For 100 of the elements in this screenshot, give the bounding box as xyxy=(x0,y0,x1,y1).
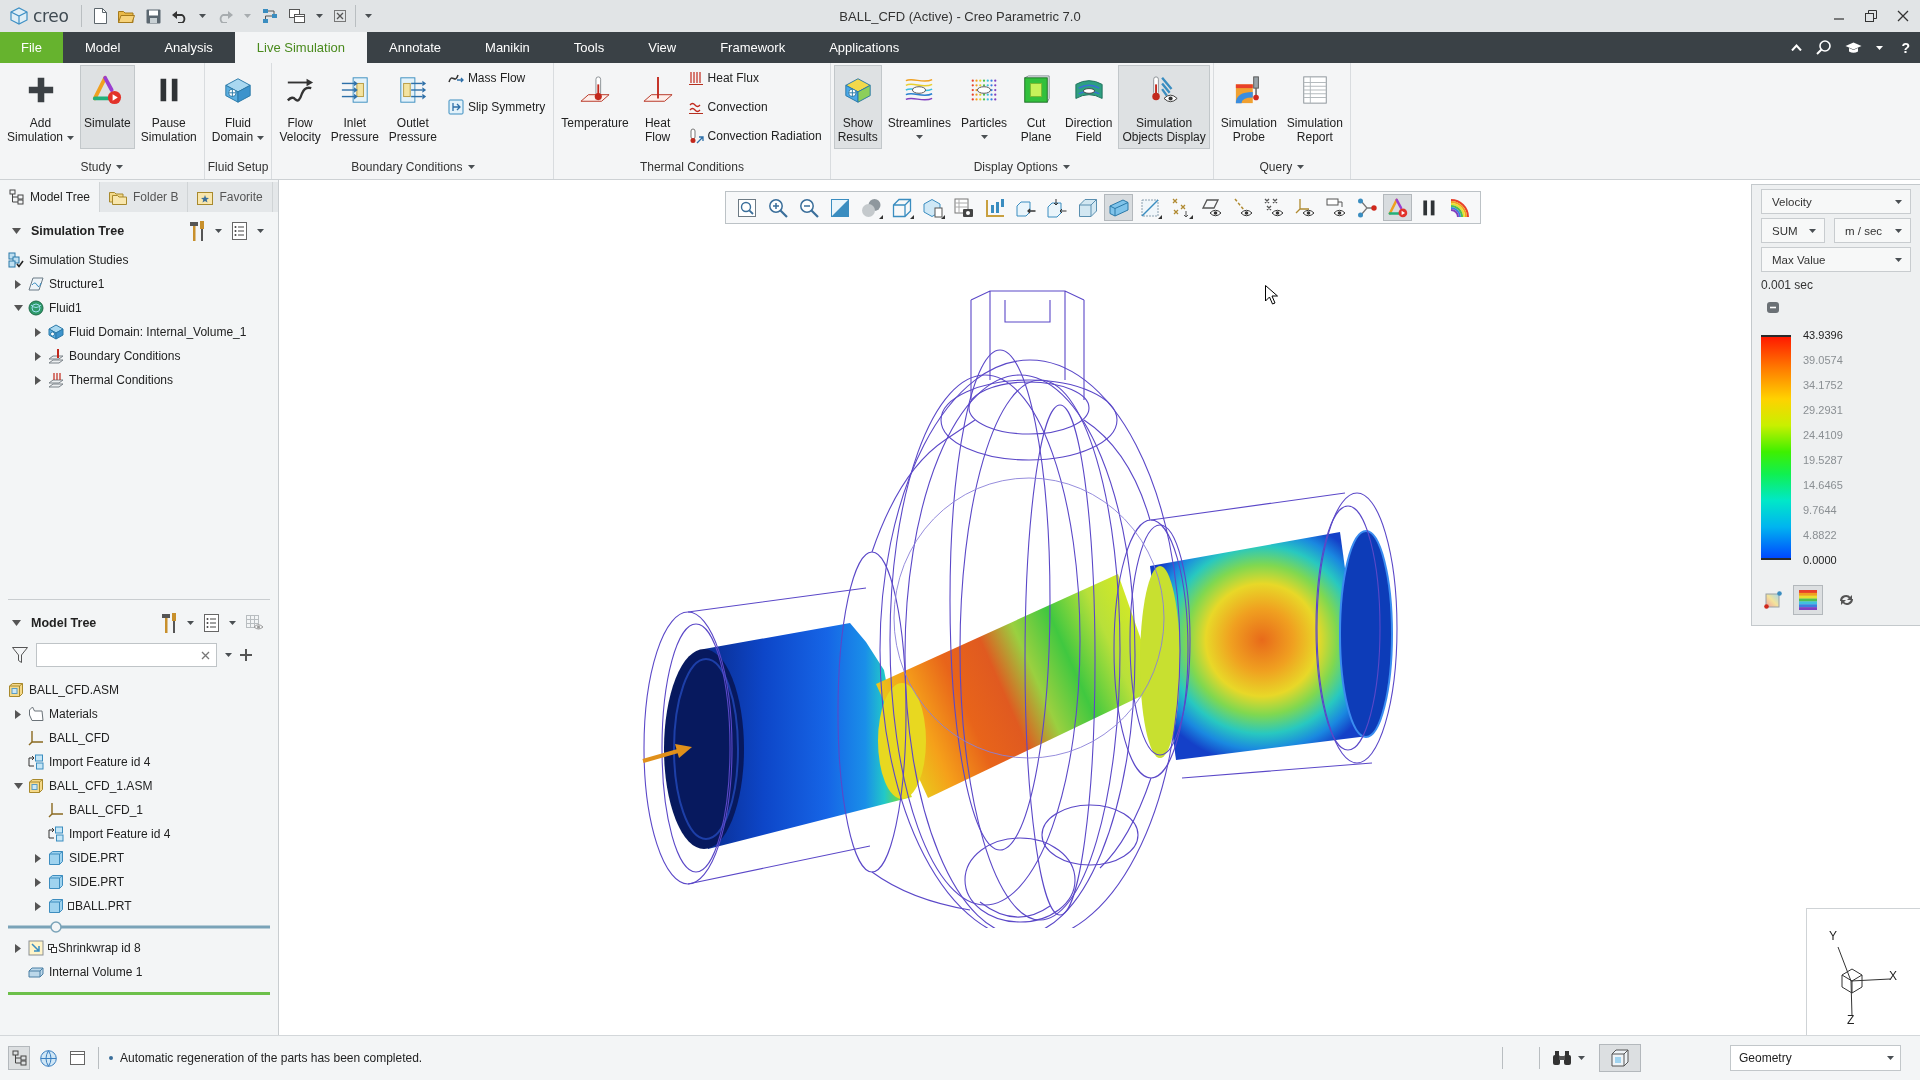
caret-right-icon[interactable] xyxy=(15,943,21,953)
ribbon-button[interactable]: Slip Symmetry xyxy=(443,94,550,120)
caret-right-icon[interactable] xyxy=(35,351,41,361)
open-folder-icon[interactable] xyxy=(117,9,135,23)
ribbon-button[interactable]: Pause Simulation xyxy=(136,65,201,149)
tree-item[interactable]: BALL_CFD_1.ASM xyxy=(49,779,153,793)
caret-icon[interactable] xyxy=(229,621,236,625)
tree-item[interactable]: Import Feature id 4 xyxy=(49,755,151,769)
caret-right-icon[interactable] xyxy=(35,327,41,337)
regenerate-icon[interactable] xyxy=(261,8,278,24)
filter-icon[interactable] xyxy=(12,647,28,663)
dropdown[interactable]: SUM xyxy=(1761,218,1825,243)
caret-icon[interactable] xyxy=(198,14,206,18)
ribbon-button[interactable]: Temperature xyxy=(557,65,633,149)
ribbon-button[interactable]: Simulate xyxy=(80,65,135,149)
clear-icon[interactable] xyxy=(201,650,210,660)
ribbon-button[interactable]: Outlet Pressure xyxy=(384,65,441,149)
dropdown[interactable]: Max Value xyxy=(1761,247,1911,272)
menu-tab[interactable]: Model xyxy=(63,32,143,63)
menu-tab[interactable]: Tools xyxy=(551,32,627,63)
plus-icon[interactable] xyxy=(240,649,252,661)
tree-item[interactable]: BALL_CFD xyxy=(49,731,110,745)
ribbon-button[interactable]: Simulation Probe xyxy=(1216,65,1281,149)
minus-icon[interactable] xyxy=(1767,302,1779,313)
new-file-icon[interactable] xyxy=(93,8,107,24)
legend-tool-button[interactable] xyxy=(1793,585,1823,615)
tree-item[interactable]: Shrinkwrap id 8 xyxy=(58,941,141,955)
caret-down-icon[interactable] xyxy=(12,620,21,626)
tree-item[interactable]: Thermal Conditions xyxy=(69,373,174,387)
ribbon-button[interactable]: Inlet Pressure xyxy=(326,65,383,149)
undo-icon[interactable] xyxy=(171,9,188,23)
close-icon[interactable] xyxy=(1897,10,1909,22)
ribbon-button[interactable]: Streamlines xyxy=(883,65,956,149)
ribbon-button[interactable]: Add Simulation xyxy=(3,65,79,149)
tree-item[interactable]: Simulation Studies xyxy=(29,253,129,267)
filter-field[interactable] xyxy=(36,643,217,667)
ribbon-button[interactable]: Convection Radiation xyxy=(683,123,826,149)
ribbon-button[interactable]: Mass Flow xyxy=(443,65,550,91)
tree-item[interactable]: BALL_CFD_1 xyxy=(69,803,144,817)
group-label[interactable]: Boundary Conditions xyxy=(351,160,463,174)
close-window-icon[interactable] xyxy=(333,10,346,22)
binoculars-icon[interactable] xyxy=(1552,1050,1572,1066)
ribbon-button[interactable]: Show Results xyxy=(833,65,882,149)
selection-filter-dropdown[interactable]: Geometry xyxy=(1730,1045,1901,1071)
tree-item[interactable]: Internal Volume 1 xyxy=(49,965,143,979)
restore-icon[interactable] xyxy=(1865,10,1877,22)
list-icon[interactable] xyxy=(232,222,247,240)
dropdown[interactable]: Velocity xyxy=(1761,189,1911,214)
hammer-screwdriver-icon[interactable] xyxy=(162,613,177,633)
menu-tab[interactable]: Analysis xyxy=(142,32,235,63)
caret-icon[interactable] xyxy=(225,653,232,657)
menu-tab[interactable]: Live Simulation xyxy=(234,32,367,63)
caret-icon[interactable] xyxy=(187,621,194,625)
status-tool-button[interactable] xyxy=(8,1046,30,1070)
tree-item[interactable]: BALL.PRT xyxy=(75,899,132,913)
caret-icon[interactable] xyxy=(1876,45,1884,50)
windows-icon[interactable] xyxy=(288,9,305,23)
group-label[interactable]: Query xyxy=(1259,160,1293,174)
dropdown[interactable]: m / sec xyxy=(1834,218,1911,243)
caret-right-icon[interactable] xyxy=(15,709,21,719)
caret-icon[interactable] xyxy=(315,14,323,18)
ribbon-button[interactable]: Cut Plane xyxy=(1013,65,1060,149)
ribbon-button[interactable]: Simulation Report xyxy=(1282,65,1347,149)
menu-tab[interactable]: View xyxy=(626,32,699,63)
tree-item[interactable]: Structure1 xyxy=(49,277,105,291)
save-icon[interactable] xyxy=(145,8,161,24)
caret-down-icon[interactable] xyxy=(13,783,23,789)
ribbon-button[interactable]: Particles xyxy=(957,65,1012,149)
tree-item[interactable]: Boundary Conditions xyxy=(69,349,181,363)
caret-right-icon[interactable] xyxy=(35,853,41,863)
caret-icon[interactable] xyxy=(1578,1056,1585,1060)
panel-tab[interactable]: Model Tree xyxy=(0,182,101,212)
group-label[interactable]: Display Options xyxy=(973,160,1058,174)
caret-right-icon[interactable] xyxy=(35,877,41,887)
ribbon-button[interactable]: Simulation Objects Display xyxy=(1118,65,1210,149)
caret-right-icon[interactable] xyxy=(35,901,41,911)
ribbon-button[interactable]: Flow Velocity xyxy=(275,65,325,149)
hammer-screwdriver-icon[interactable] xyxy=(190,221,205,241)
caret-icon[interactable] xyxy=(215,229,222,233)
tree-item[interactable]: Fluid Domain: Internal_Volume_1 xyxy=(69,325,247,339)
caret-right-icon[interactable] xyxy=(35,375,41,385)
group-label[interactable]: Study xyxy=(80,160,112,174)
display-button[interactable] xyxy=(1599,1044,1641,1072)
tree-item[interactable]: Fluid1 xyxy=(49,301,82,315)
menu-tab[interactable]: Applications xyxy=(807,32,922,63)
menu-tab[interactable]: Framework xyxy=(698,32,808,63)
search-icon[interactable] xyxy=(1816,40,1832,55)
list-icon[interactable] xyxy=(204,614,219,632)
chevron-up-icon[interactable] xyxy=(1791,44,1803,51)
caret-down-icon[interactable] xyxy=(13,305,23,311)
tree-item[interactable]: BALL_CFD.ASM xyxy=(29,683,120,697)
caret-down-icon[interactable] xyxy=(12,228,21,234)
help-button[interactable]: ? xyxy=(1901,39,1910,56)
tree-item[interactable]: SIDE.PRT xyxy=(69,851,125,865)
insert-marker[interactable] xyxy=(8,921,270,933)
graduation-cap-icon[interactable] xyxy=(1845,41,1863,54)
ribbon-button[interactable]: Direction Field xyxy=(1061,65,1117,149)
tree-item[interactable]: SIDE.PRT xyxy=(69,875,125,889)
menu-tab[interactable]: Annotate xyxy=(367,32,464,63)
menu-tab[interactable]: Manikin xyxy=(463,32,552,63)
